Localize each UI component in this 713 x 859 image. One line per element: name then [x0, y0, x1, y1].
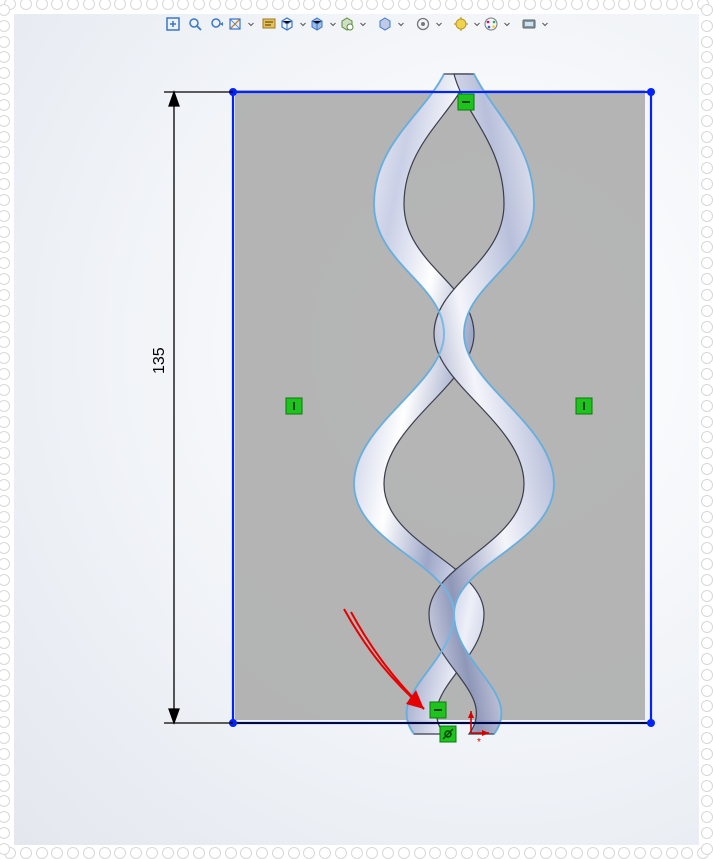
hide-show-icon: [339, 16, 355, 37]
zoom-to-fit-icon: [165, 16, 181, 37]
display-style-button[interactable]: [311, 16, 339, 36]
prev-view-button[interactable]: [207, 16, 227, 36]
chevron-down-icon: [431, 16, 447, 37]
dimension-value: 135: [151, 347, 168, 374]
zoom-area-button[interactable]: [185, 16, 205, 36]
zoom-area-icon: [187, 16, 203, 37]
view-orientation-icon: [279, 16, 295, 37]
svg-text:*: *: [477, 737, 481, 748]
view-settings-icon: [453, 16, 469, 37]
viewport: 135 *: [0, 0, 713, 859]
sketch-canvas[interactable]: 135 *: [14, 14, 699, 845]
chevron-down-icon: [243, 16, 259, 37]
chevron-down-icon: [355, 16, 371, 37]
zoom-to-fit-button[interactable]: [163, 16, 183, 36]
render-tools-button[interactable]: [523, 16, 551, 36]
appearance-pane-icon: [483, 16, 499, 37]
section-view-button[interactable]: [229, 16, 257, 36]
graphics-area[interactable]: 135 *: [14, 14, 699, 845]
hide-show-button[interactable]: [341, 16, 369, 36]
view-settings-button[interactable]: [455, 16, 483, 36]
prev-view-icon: [209, 16, 225, 37]
section-view-icon: [227, 16, 243, 37]
dimension-height[interactable]: 135: [151, 92, 233, 723]
chevron-down-icon: [499, 16, 515, 37]
dynamic-annotation-icon: [261, 16, 277, 37]
view-orientation-button[interactable]: [281, 16, 309, 36]
render-tools-icon: [521, 16, 537, 37]
display-style-icon: [309, 16, 325, 37]
appearance-pane-button[interactable]: [485, 16, 513, 36]
apply-scene-button[interactable]: [417, 16, 445, 36]
chevron-down-icon: [537, 16, 553, 37]
dynamic-annotation-button[interactable]: [259, 16, 279, 36]
edit-appearance-icon: [377, 16, 393, 37]
heads-up-toolbar: [161, 14, 553, 38]
apply-scene-icon: [415, 16, 431, 37]
edit-appearance-button[interactable]: [379, 16, 407, 36]
chevron-down-icon: [393, 16, 409, 37]
